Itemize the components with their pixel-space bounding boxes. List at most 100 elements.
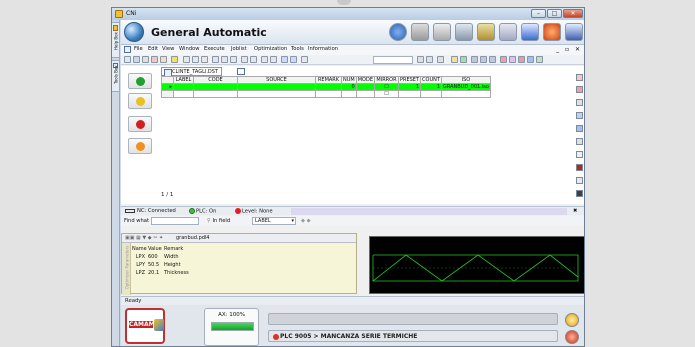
tool-b-icon[interactable] [426,56,433,63]
gears-icon[interactable] [411,23,429,41]
misc-icon[interactable] [301,56,308,63]
tool-m-icon[interactable] [536,56,543,63]
column-header[interactable]: PRESET [397,76,422,84]
close-button[interactable]: ✕ [563,9,583,18]
column-header[interactable]: REMARK [315,76,342,84]
grid-view-icon[interactable] [565,23,583,41]
machine-icon[interactable] [499,23,517,41]
column-header[interactable]: CODE [193,76,238,84]
table-cell[interactable] [440,90,491,98]
tool-k-icon[interactable] [518,56,525,63]
menu-view[interactable]: View [162,46,174,52]
mirror-checkbox[interactable]: ☐ [373,90,399,98]
column-header[interactable]: MODE [355,76,375,84]
tools-box-tab[interactable]: Tools Box [112,60,120,92]
column-header[interactable]: ISO [440,76,491,84]
table-cell[interactable] [173,90,194,98]
align2-icon[interactable] [290,56,297,63]
menu-tools[interactable]: Tools [291,46,304,52]
status-close-icon[interactable]: ✖ [573,208,577,214]
menu-optimization[interactable]: Optimization [254,46,287,52]
settings-icon[interactable] [543,23,561,41]
new-icon[interactable] [124,56,131,63]
rt-icon[interactable] [576,151,583,158]
table-cell[interactable] [315,90,342,98]
table-cell[interactable] [237,83,316,91]
params-toolbar-icons[interactable]: ▣▣ ▦ ▼ ◆ ✂ ✦ [125,235,163,241]
mirror-checkbox[interactable]: ☐ [373,83,399,91]
table-cell[interactable] [341,90,357,98]
back-icon[interactable] [389,23,407,41]
copy-icon[interactable] [192,56,199,63]
table-cell[interactable] [355,83,375,91]
column-header[interactable]: SOURCE [237,76,316,84]
table-cell[interactable]: GRANBUD_001.iso [440,83,491,91]
column-header[interactable]: NUM [341,76,357,84]
tool-g-icon[interactable] [480,56,487,63]
help-icon[interactable] [171,56,178,63]
find-input[interactable] [151,217,199,225]
tab-clinte-tagli[interactable]: CLINTE_TAGLI.DST [161,67,223,77]
chart-icon[interactable] [433,23,451,41]
table-cell[interactable] [193,90,238,98]
param-value[interactable]: 50.5 [148,261,164,269]
notification-icon[interactable] [565,313,579,327]
mdi-controls[interactable]: _ ▫ ✕ [556,46,582,53]
field-select[interactable]: LABEL ▾ [252,217,296,225]
paste2-icon[interactable] [201,56,208,63]
column-header[interactable]: LABEL [173,76,194,84]
rt-icon[interactable] [576,125,583,132]
reset-button[interactable] [128,138,152,154]
tool-d-icon[interactable] [451,56,458,63]
drill-icon[interactable] [477,23,495,41]
power-icon[interactable] [565,330,579,344]
table-icon[interactable] [212,56,219,63]
param-value[interactable]: 600 [148,253,164,261]
table-row[interactable]: LPY 50.5 Height [132,261,189,269]
cut-icon[interactable] [151,56,158,63]
menu-joblist[interactable]: Joblist [231,46,247,52]
table-cell[interactable] [237,90,316,98]
table7-icon[interactable] [270,56,277,63]
table4-icon[interactable] [241,56,248,63]
rt-icon[interactable] [576,74,583,81]
cut2-icon[interactable] [183,56,190,63]
tool-j-icon[interactable] [509,56,516,63]
table-row[interactable]: ▸ 0 ☐ 1 1 GRANBUD_001.iso [161,83,491,91]
rt-icon[interactable] [576,177,583,184]
tool-l-icon[interactable] [527,56,534,63]
paste-icon[interactable] [160,56,167,63]
tool-icon[interactable] [455,23,473,41]
minimize-button[interactable]: – [531,9,546,18]
tool-f-icon[interactable] [471,56,478,63]
table-cell[interactable] [193,83,238,91]
table-cell[interactable]: 1 [397,83,422,91]
menu-edit[interactable]: Edit [148,46,158,52]
rt-icon[interactable] [576,86,583,93]
column-header[interactable]: MIRROR [373,76,399,84]
tool-h-icon[interactable] [489,56,496,63]
print-icon[interactable] [142,56,149,63]
table3-icon[interactable] [230,56,237,63]
rt-icon[interactable] [576,99,583,106]
start-button[interactable] [128,73,152,89]
menu-window[interactable]: Window [179,46,199,52]
table5-icon[interactable] [250,56,257,63]
new-tab-icon[interactable] [237,68,245,75]
menu-execute[interactable]: Execute [204,46,225,52]
table-cell[interactable] [173,83,194,91]
alarm-message[interactable]: PLC 9005 > MANCANZA SERIE TERMICHE [268,330,558,342]
help-box-tab[interactable]: Help Box [112,22,120,58]
table-cell[interactable] [315,83,342,91]
param-value[interactable]: 20.1 [148,269,164,277]
rt-icon[interactable] [576,190,583,197]
table-cell[interactable] [397,90,422,98]
rt-icon[interactable] [576,164,583,171]
column-header[interactable]: COUNT [420,76,442,84]
tool-e-icon[interactable] [460,56,467,63]
save-icon[interactable] [133,56,140,63]
edit-icon[interactable] [521,23,539,41]
rt-icon[interactable] [576,112,583,119]
table-cell[interactable] [420,90,442,98]
maximize-button[interactable]: □ [547,9,562,18]
